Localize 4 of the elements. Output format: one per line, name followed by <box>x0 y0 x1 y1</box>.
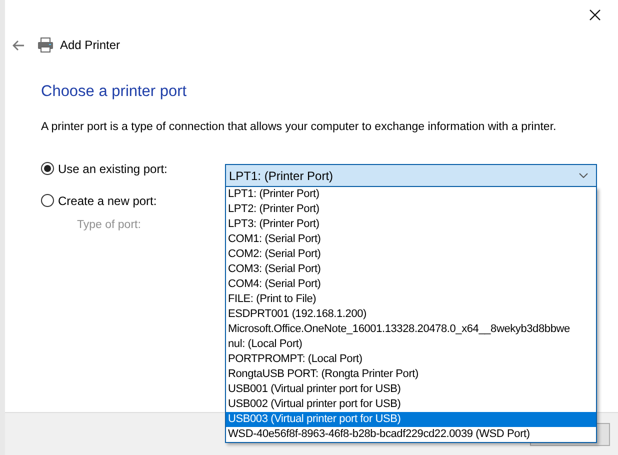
window-title: Add Printer <box>60 37 120 54</box>
description-text: A printer port is a type of connection that allows your computer to exchange information with a printer. <box>41 120 558 136</box>
page-heading: Choose a printer port <box>41 82 188 102</box>
type-of-port-label: Type of port: <box>77 218 141 232</box>
